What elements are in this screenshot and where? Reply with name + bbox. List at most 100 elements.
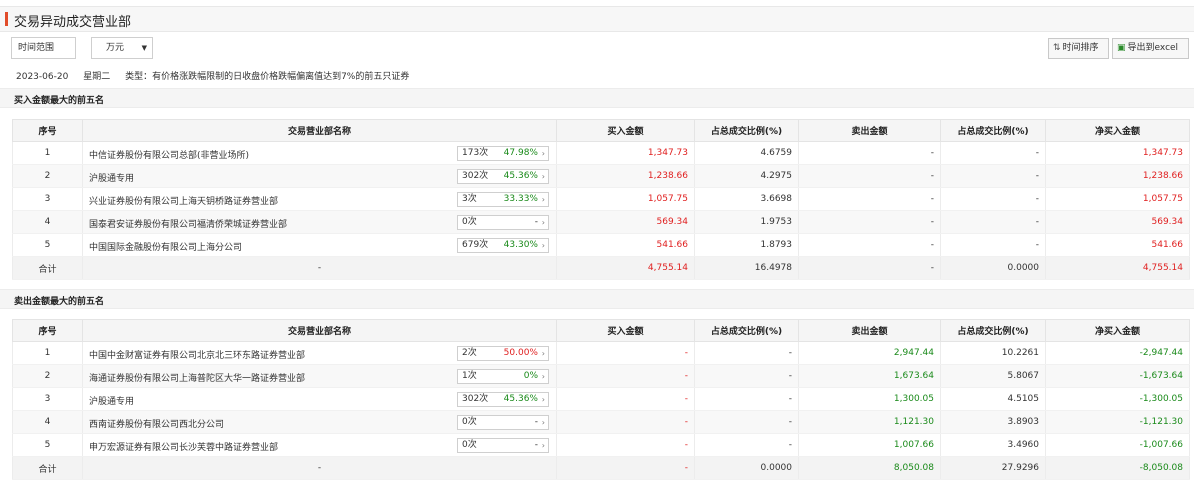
sort-arrows-icon: ⇅ bbox=[1053, 43, 1061, 53]
sell-amount: - bbox=[798, 210, 941, 234]
broker-name-cell: 申万宏源证券有限公司长沙芙蓉中路证券营业部 0次 - › bbox=[82, 433, 557, 457]
column-header[interactable]: 序号 bbox=[12, 119, 83, 142]
column-header[interactable]: 占总成交比例(%) bbox=[940, 119, 1046, 142]
column-header[interactable]: 序号 bbox=[12, 319, 83, 342]
trade-count-badge[interactable]: 302次 45.36% › bbox=[457, 169, 549, 184]
chevron-right-icon: › bbox=[541, 395, 545, 404]
page-header: 交易异动成交营业部 bbox=[0, 6, 1194, 32]
sell-amount: 1,121.30 bbox=[798, 410, 941, 434]
net-buy-amount: -1,007.66 bbox=[1045, 433, 1190, 457]
sell-ratio: 10.2261 bbox=[940, 341, 1046, 365]
row-number: 3 bbox=[12, 387, 83, 411]
excel-icon: ▣ bbox=[1117, 43, 1126, 53]
broker-name: 沪股通专用 bbox=[89, 397, 135, 407]
sell-amount: - bbox=[798, 233, 941, 257]
trade-count-badge[interactable]: 0次 - › bbox=[457, 415, 549, 430]
unit-select-value: 万元 bbox=[106, 43, 125, 53]
broker-name-cell: 中国国际金融股份有限公司上海分公司 679次 43.30% › bbox=[82, 233, 557, 257]
total-buy-amount: 4,755.14 bbox=[556, 256, 695, 280]
win-rate: - bbox=[534, 217, 538, 227]
sell-top5-table: 序号 交易营业部名称 买入金额 占总成交比例(%) 卖出金额 占总成交比例(%) 净买入金额… bbox=[12, 319, 1190, 480]
net-buy-amount: 1,347.73 bbox=[1045, 141, 1190, 165]
trade-count-badge[interactable]: 302次 45.36% › bbox=[457, 392, 549, 407]
caret-down-icon: ▼ bbox=[141, 44, 147, 52]
win-rate: - bbox=[534, 417, 538, 427]
total-buy-ratio: 16.4978 bbox=[694, 256, 799, 280]
column-header[interactable]: 净买入金额 bbox=[1045, 319, 1190, 342]
buy-amount: 569.34 bbox=[556, 210, 695, 234]
buy-ratio: - bbox=[694, 433, 799, 457]
sell-amount: 2,947.44 bbox=[798, 341, 941, 365]
column-header[interactable]: 卖出金额 bbox=[798, 319, 941, 342]
net-buy-amount: 569.34 bbox=[1045, 210, 1190, 234]
net-buy-amount: -1,300.05 bbox=[1045, 387, 1190, 411]
broker-name: 申万宏源证券有限公司长沙芙蓉中路证券营业部 bbox=[89, 443, 279, 453]
total-net-buy: -8,050.08 bbox=[1045, 456, 1190, 480]
chevron-right-icon: › bbox=[541, 441, 545, 450]
chevron-right-icon: › bbox=[541, 149, 545, 158]
trade-count-badge[interactable]: 173次 47.98% › bbox=[457, 146, 549, 161]
trade-count-badge[interactable]: 679次 43.30% › bbox=[457, 238, 549, 253]
broker-name: 国泰君安证券股份有限公司福清侨荣城证券营业部 bbox=[89, 220, 288, 230]
column-header[interactable]: 占总成交比例(%) bbox=[694, 319, 799, 342]
row-number: 2 bbox=[12, 164, 83, 188]
time-range-selector[interactable]: 时间范围 bbox=[11, 37, 76, 59]
buy-ratio: 4.6759 bbox=[694, 141, 799, 165]
trade-count: 302次 bbox=[462, 394, 489, 404]
column-header[interactable]: 买入金额 bbox=[556, 119, 695, 142]
net-buy-amount: -2,947.44 bbox=[1045, 341, 1190, 365]
unit-select[interactable]: 万元 ▼ bbox=[91, 37, 153, 59]
broker-name: 兴业证券股份有限公司上海天钥桥路证券营业部 bbox=[89, 197, 279, 207]
row-number: 3 bbox=[12, 187, 83, 211]
sell-amount: - bbox=[798, 164, 941, 188]
buy-ratio: - bbox=[694, 387, 799, 411]
net-buy-amount: -1,673.64 bbox=[1045, 364, 1190, 388]
sell-ratio: 4.5105 bbox=[940, 387, 1046, 411]
table-row: 4 西南证券股份有限公司西北分公司 0次 - › - -1,121.30 3.8903 -1,1… bbox=[12, 410, 1190, 434]
export-excel-button[interactable]: ▣ 导出到excel bbox=[1112, 38, 1189, 59]
trade-count: 0次 bbox=[462, 417, 477, 427]
total-buy-ratio: 0.0000 bbox=[694, 456, 799, 480]
time-sort-button[interactable]: ⇅ 时间排序 bbox=[1048, 38, 1109, 59]
column-header[interactable]: 买入金额 bbox=[556, 319, 695, 342]
table-row: 5 中国国际金融股份有限公司上海分公司 679次 43.30% › 541.66 1.879… bbox=[12, 233, 1190, 257]
trade-count-badge[interactable]: 1次 0% › bbox=[457, 369, 549, 384]
broker-name: 海通证券股份有限公司上海普陀区大华一路证券营业部 bbox=[89, 374, 306, 384]
buy-amount: - bbox=[556, 341, 695, 365]
chevron-right-icon: › bbox=[541, 195, 545, 204]
table-header-row: 序号 交易营业部名称 买入金额 占总成交比例(%) 卖出金额 占总成交比例(%) 净买入金额 bbox=[12, 319, 1190, 342]
column-header[interactable]: 卖出金额 bbox=[798, 119, 941, 142]
total-label: 合计 bbox=[12, 256, 83, 280]
column-header[interactable]: 交易营业部名称 bbox=[82, 319, 557, 342]
column-header[interactable]: 净买入金额 bbox=[1045, 119, 1190, 142]
trade-count: 173次 bbox=[462, 148, 489, 158]
buy-ratio: - bbox=[694, 341, 799, 365]
table-total-row: 合计 -4,755.14 16.4978-0.0000 4,755.14 bbox=[12, 256, 1190, 280]
table-row: 3 沪股通专用 302次 45.36% › - -1,300.05 4.5105 -1,300.… bbox=[12, 387, 1190, 411]
win-rate: 50.00% bbox=[503, 348, 538, 358]
trade-count-badge[interactable]: 0次 - › bbox=[457, 438, 549, 453]
table-row: 2 沪股通专用 302次 45.36% › 1,238.66 4.2975- -1,238.6… bbox=[12, 164, 1190, 188]
column-header[interactable]: 交易营业部名称 bbox=[82, 119, 557, 142]
trade-info-line: 2023-06-20 星期二 类型：有价格涨跌幅限制的日收盘价格跌幅偏离值达到7… bbox=[16, 69, 421, 82]
column-header[interactable]: 占总成交比例(%) bbox=[940, 319, 1046, 342]
trade-count-badge[interactable]: 2次 50.00% › bbox=[457, 346, 549, 361]
sell-section-title: 卖出金额最大的前五名 bbox=[14, 297, 105, 307]
row-number: 4 bbox=[12, 210, 83, 234]
page-title: 交易异动成交营业部 bbox=[14, 15, 132, 30]
table-row: 3 兴业证券股份有限公司上海天钥桥路证券营业部 3次 33.33% › 1,057.75 3… bbox=[12, 187, 1190, 211]
column-header[interactable]: 占总成交比例(%) bbox=[694, 119, 799, 142]
trade-count-badge[interactable]: 3次 33.33% › bbox=[457, 192, 549, 207]
buy-amount: - bbox=[556, 410, 695, 434]
win-rate: 33.33% bbox=[503, 194, 538, 204]
time-sort-label: 时间排序 bbox=[1062, 43, 1099, 53]
sell-amount: 1,007.66 bbox=[798, 433, 941, 457]
total-sell-amount: 8,050.08 bbox=[798, 456, 941, 480]
broker-name-cell: 国泰君安证券股份有限公司福清侨荣城证券营业部 0次 - › bbox=[82, 210, 557, 234]
trade-count: 3次 bbox=[462, 194, 477, 204]
net-buy-amount: 1,238.66 bbox=[1045, 164, 1190, 188]
broker-name: 沪股通专用 bbox=[89, 174, 135, 184]
trade-count-badge[interactable]: 0次 - › bbox=[457, 215, 549, 230]
buy-amount: - bbox=[556, 433, 695, 457]
buy-amount: - bbox=[556, 364, 695, 388]
